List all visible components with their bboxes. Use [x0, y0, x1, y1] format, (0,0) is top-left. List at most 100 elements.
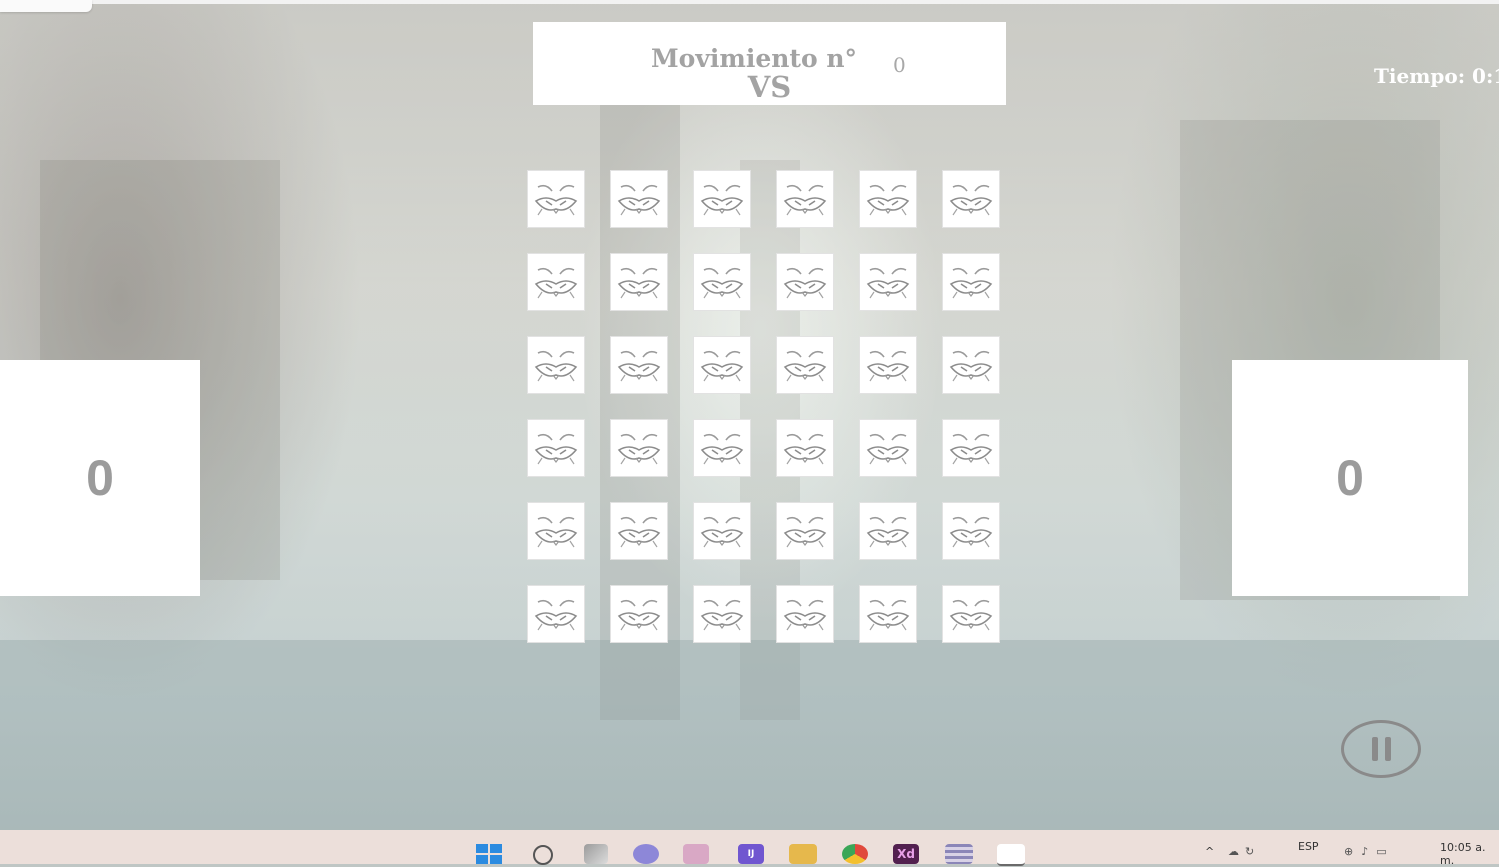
crossed-swords-skull-icon: [783, 350, 827, 382]
player-two-score: 0: [1232, 360, 1468, 596]
memory-card[interactable]: [942, 585, 1000, 643]
memory-card[interactable]: [942, 253, 1000, 311]
memory-card[interactable]: [527, 170, 585, 228]
crossed-swords-skull-icon: [700, 433, 744, 465]
tray-overflow-chevron-icon[interactable]: ^: [1205, 845, 1214, 858]
memory-card[interactable]: [776, 170, 834, 228]
crossed-swords-skull-icon: [617, 350, 661, 382]
taskbar-clock[interactable]: 10:05 a. m.: [1440, 841, 1499, 867]
crossed-swords-skull-icon: [617, 516, 661, 548]
memory-card[interactable]: [942, 419, 1000, 477]
pause-icon: [1371, 737, 1378, 761]
memory-card[interactable]: [610, 502, 668, 560]
crossed-swords-skull-icon: [700, 516, 744, 548]
crossed-swords-skull-icon: [866, 184, 910, 216]
crossed-swords-skull-icon: [866, 433, 910, 465]
memory-card[interactable]: [527, 253, 585, 311]
crossed-swords-skull-icon: [700, 350, 744, 382]
crossed-swords-skull-icon: [949, 267, 993, 299]
window-tab[interactable]: [0, 0, 92, 12]
crossed-swords-skull-icon: [534, 433, 578, 465]
memory-card[interactable]: [693, 253, 751, 311]
snipping-tool-icon[interactable]: [683, 844, 709, 864]
tray-sync-icons[interactable]: ☁↻: [1228, 845, 1260, 858]
crossed-swords-skull-icon: [949, 184, 993, 216]
crossed-swords-skull-icon: [534, 599, 578, 631]
crossed-swords-skull-icon: [783, 267, 827, 299]
memory-card[interactable]: [693, 502, 751, 560]
move-label: Movimiento n°: [651, 44, 858, 73]
file-explorer-icon[interactable]: [789, 844, 817, 864]
memory-card[interactable]: [859, 502, 917, 560]
crossed-swords-skull-icon: [949, 433, 993, 465]
memory-card[interactable]: [693, 336, 751, 394]
crossed-swords-skull-icon: [534, 267, 578, 299]
crossed-swords-skull-icon: [783, 184, 827, 216]
memory-card[interactable]: [693, 170, 751, 228]
memory-card[interactable]: [610, 170, 668, 228]
adobe-xd-icon[interactable]: Xd: [893, 844, 919, 864]
card-grid: [527, 170, 1000, 643]
language-indicator[interactable]: ESP: [1298, 840, 1319, 853]
crossed-swords-skull-icon: [866, 599, 910, 631]
memory-card[interactable]: [942, 336, 1000, 394]
vs-label: VS: [747, 70, 792, 104]
memory-card[interactable]: [527, 585, 585, 643]
memory-card[interactable]: [693, 585, 751, 643]
crossed-swords-skull-icon: [783, 433, 827, 465]
memory-card[interactable]: [776, 502, 834, 560]
memory-card[interactable]: [776, 585, 834, 643]
game-timer: Tiempo: 0:12: [1374, 64, 1499, 88]
crossed-swords-skull-icon: [617, 184, 661, 216]
start-icon[interactable]: [476, 844, 502, 864]
crossed-swords-skull-icon: [866, 267, 910, 299]
memory-card[interactable]: [859, 253, 917, 311]
memory-card[interactable]: [942, 502, 1000, 560]
crossed-swords-skull-icon: [866, 350, 910, 382]
memory-card[interactable]: [527, 419, 585, 477]
crossed-swords-skull-icon: [617, 267, 661, 299]
system-tray-icons[interactable]: ⊕♪▭: [1344, 845, 1395, 858]
crossed-swords-skull-icon: [783, 516, 827, 548]
teams-icon[interactable]: [633, 844, 659, 864]
intellij-icon[interactable]: IJ: [738, 844, 764, 864]
crossed-swords-skull-icon: [534, 350, 578, 382]
crossed-swords-skull-icon: [700, 184, 744, 216]
app-stack-icon[interactable]: [945, 844, 973, 864]
memory-card[interactable]: [859, 585, 917, 643]
memory-card[interactable]: [776, 253, 834, 311]
crossed-swords-skull-icon: [949, 350, 993, 382]
memory-card[interactable]: [610, 419, 668, 477]
memory-card[interactable]: [942, 170, 1000, 228]
chrome-icon[interactable]: [842, 844, 868, 864]
memory-card[interactable]: [527, 336, 585, 394]
crossed-swords-skull-icon: [617, 599, 661, 631]
memory-card[interactable]: [610, 336, 668, 394]
memory-card[interactable]: [693, 419, 751, 477]
memory-card[interactable]: [610, 253, 668, 311]
crossed-swords-skull-icon: [534, 184, 578, 216]
crossed-swords-skull-icon: [700, 267, 744, 299]
crossed-swords-skull-icon: [866, 516, 910, 548]
memory-card[interactable]: [776, 419, 834, 477]
crossed-swords-skull-icon: [534, 516, 578, 548]
memory-card[interactable]: [527, 502, 585, 560]
memory-card[interactable]: [610, 585, 668, 643]
pause-button[interactable]: [1341, 720, 1421, 778]
taskbar: IJ Xd ^ ☁↻ ESP ⊕♪▭ 10:05 a. m.: [0, 830, 1499, 867]
window-top-strip: [0, 0, 1499, 4]
memory-card[interactable]: [859, 419, 917, 477]
crossed-swords-skull-icon: [617, 433, 661, 465]
search-icon[interactable]: [533, 845, 553, 865]
memory-card[interactable]: [859, 170, 917, 228]
task-view-icon[interactable]: [584, 844, 608, 864]
java-icon[interactable]: [997, 844, 1025, 866]
memory-card[interactable]: [776, 336, 834, 394]
crossed-swords-skull-icon: [949, 599, 993, 631]
memory-card[interactable]: [859, 336, 917, 394]
crossed-swords-skull-icon: [700, 599, 744, 631]
player-one-score: 0: [0, 360, 200, 596]
crossed-swords-skull-icon: [949, 516, 993, 548]
move-header-panel: Movimiento n° 0 VS: [533, 22, 1006, 105]
crossed-swords-skull-icon: [783, 599, 827, 631]
